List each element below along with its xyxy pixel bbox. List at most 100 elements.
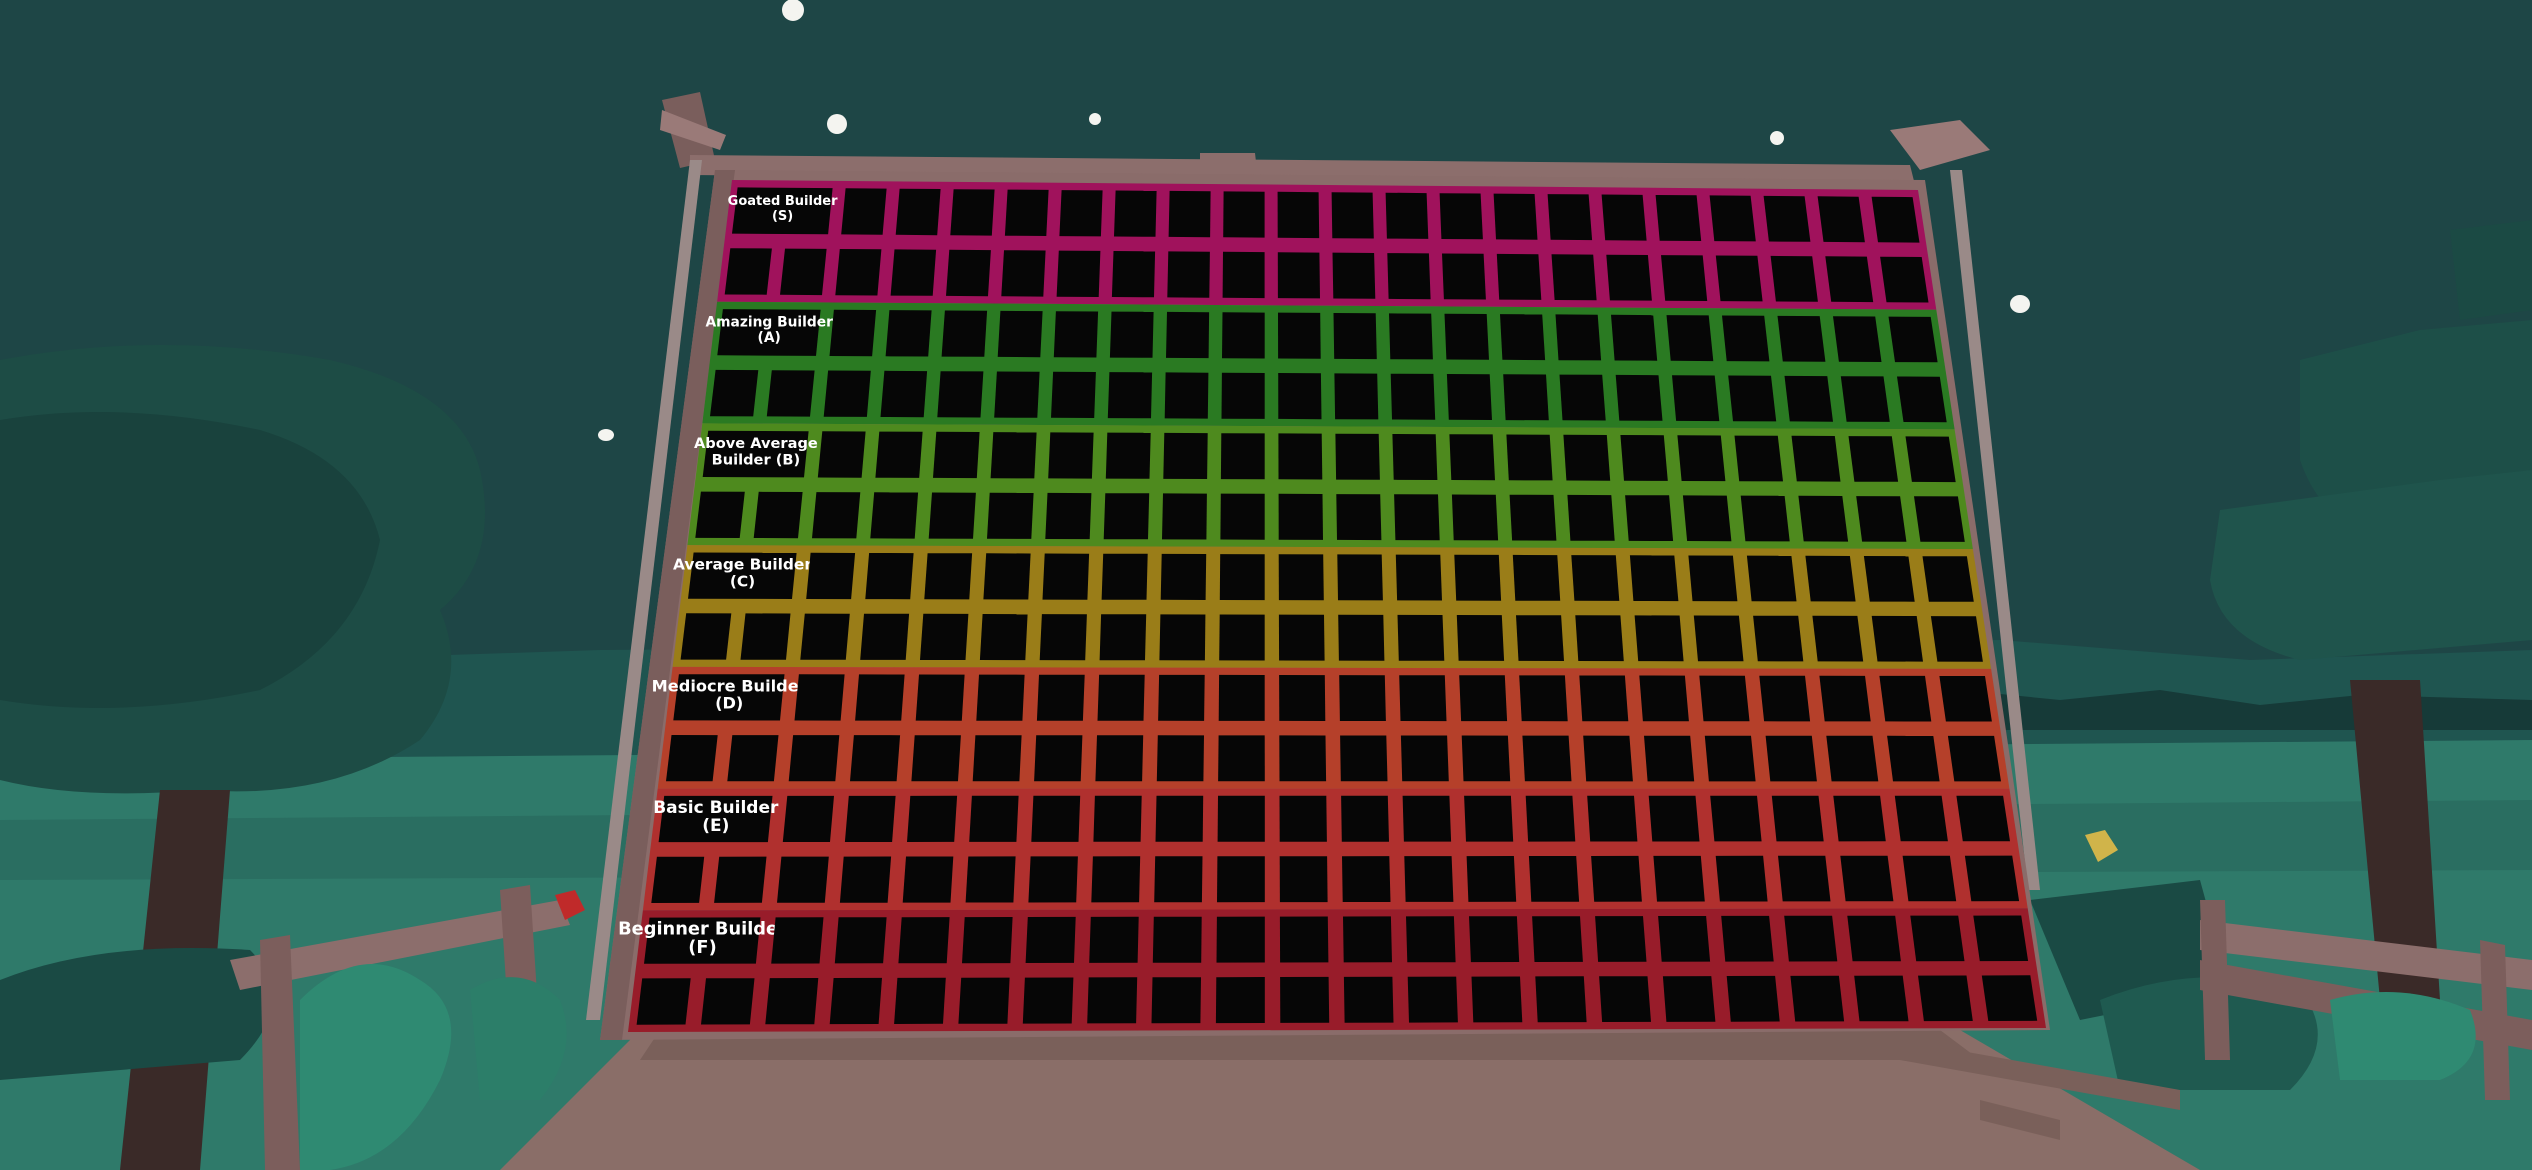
tier-slot[interactable] (1469, 916, 1520, 963)
tier-slot[interactable] (1004, 189, 1049, 236)
tier-slot[interactable] (1392, 434, 1438, 480)
tier-slot[interactable] (880, 370, 928, 418)
tier-slot[interactable] (1160, 553, 1207, 600)
tier-slot[interactable] (800, 613, 850, 660)
tier-slot[interactable] (1863, 556, 1915, 602)
tier-slot[interactable] (1777, 315, 1826, 362)
tier-slot[interactable] (1559, 374, 1606, 421)
tier-slot[interactable] (1567, 494, 1615, 541)
tier-slot[interactable] (1034, 735, 1083, 782)
tier-slot[interactable] (1888, 316, 1938, 363)
tier-slot[interactable] (1091, 856, 1141, 903)
tier-slot[interactable] (1279, 795, 1327, 842)
tier-slot[interactable] (1159, 614, 1206, 661)
tier-slot[interactable] (1833, 316, 1882, 362)
tier-slot[interactable] (1791, 435, 1841, 482)
tier-slot[interactable] (990, 432, 1037, 479)
tier-slot[interactable] (1682, 495, 1732, 542)
tier-slot[interactable] (1278, 373, 1322, 420)
tier-slot[interactable] (1402, 795, 1452, 842)
tier-slot[interactable] (1587, 795, 1638, 842)
tier-slot[interactable] (1337, 554, 1383, 601)
tier-slot[interactable] (1031, 795, 1081, 842)
tier-slot[interactable] (1910, 915, 1965, 962)
tier-slot[interactable] (1162, 493, 1207, 540)
tier-slot[interactable] (829, 309, 877, 357)
tier-slot[interactable] (1964, 855, 2020, 902)
tier-slot[interactable] (766, 370, 815, 417)
tier-slot[interactable] (1902, 855, 1957, 902)
tier-slot[interactable] (885, 310, 932, 357)
tier-slot[interactable] (695, 491, 745, 538)
tier-slot[interactable] (1709, 195, 1756, 242)
tier-slot[interactable] (1798, 495, 1849, 542)
tier-slot[interactable] (1399, 675, 1447, 722)
tier-slot[interactable] (1277, 191, 1320, 239)
tier-slot[interactable] (1722, 315, 1770, 362)
tier-slot[interactable] (1335, 433, 1380, 480)
tier-slot[interactable] (1222, 312, 1265, 359)
tier-slot[interactable] (875, 431, 923, 478)
tier-slot[interactable] (1848, 436, 1899, 482)
tier-slot[interactable] (1219, 614, 1265, 661)
tier-slot[interactable] (1672, 375, 1720, 422)
tier-slot[interactable] (1879, 675, 1932, 722)
tier-slot[interactable] (1734, 435, 1784, 482)
tier-slot[interactable] (1168, 190, 1211, 238)
tier-slot[interactable] (1385, 192, 1429, 239)
tier-slot[interactable] (1039, 614, 1087, 661)
tier-slot[interactable] (1151, 977, 1202, 1024)
tier-slot[interactable] (1947, 735, 2001, 782)
tier-slot[interactable] (1611, 314, 1658, 361)
tier-slot[interactable] (1220, 493, 1265, 540)
tier-slot[interactable] (1606, 254, 1652, 301)
tier-slot[interactable] (1442, 253, 1486, 300)
tier-slot[interactable] (1051, 371, 1096, 418)
tier-slot[interactable] (1812, 615, 1864, 662)
tier-slot[interactable] (1506, 434, 1553, 481)
tier-slot[interactable] (1439, 193, 1483, 240)
tier-slot[interactable] (870, 492, 919, 539)
tier-slot[interactable] (915, 674, 965, 721)
tier-slot[interactable] (997, 310, 1043, 358)
tier-slot[interactable] (850, 735, 901, 782)
tier-slot[interactable] (841, 188, 887, 235)
tier-slot[interactable] (1666, 315, 1714, 362)
tier-slot[interactable] (1155, 795, 1204, 842)
tier-slot[interactable] (1784, 375, 1834, 422)
tier-slot[interactable] (823, 370, 871, 417)
tier-slot[interactable] (1763, 195, 1811, 242)
tier-slot[interactable] (1805, 555, 1856, 602)
tier-slot[interactable] (1500, 314, 1546, 361)
tier-slot[interactable] (740, 613, 791, 660)
tier-slot[interactable] (1109, 311, 1154, 358)
tier-slot[interactable] (911, 735, 961, 782)
tier-slot[interactable] (1390, 373, 1436, 420)
tier-slot[interactable] (1059, 190, 1103, 237)
tier-slot[interactable] (1107, 372, 1153, 419)
tier-slot[interactable] (1693, 615, 1744, 662)
tier-slot[interactable] (1216, 916, 1265, 963)
tier-slot[interactable] (1661, 255, 1708, 301)
tier-slot[interactable] (1158, 674, 1205, 721)
tier-slot[interactable] (1871, 196, 1920, 243)
tier-slot[interactable] (1728, 375, 1777, 422)
tier-slot[interactable] (1280, 976, 1330, 1023)
tier-slot[interactable] (1166, 311, 1210, 359)
tier-slot[interactable] (701, 978, 755, 1025)
tier-slot[interactable] (1771, 795, 1824, 842)
tier-slot[interactable] (1154, 856, 1203, 903)
tier-slot[interactable] (1639, 675, 1689, 722)
tier-slot[interactable] (1279, 675, 1326, 721)
tier-slot[interactable] (1956, 795, 2010, 842)
tier-slot[interactable] (1278, 493, 1323, 540)
tier-slot[interactable] (994, 371, 1040, 418)
tier-slot[interactable] (1817, 196, 1865, 243)
tier-slot[interactable] (1028, 856, 1078, 903)
tier-slot[interactable] (1219, 554, 1265, 601)
tier-slot[interactable] (1880, 256, 1929, 303)
tier-slot[interactable] (1451, 494, 1499, 541)
tier-slot[interactable] (1620, 435, 1668, 481)
tier-slot[interactable] (1099, 614, 1147, 661)
tier-slot[interactable] (829, 977, 882, 1025)
